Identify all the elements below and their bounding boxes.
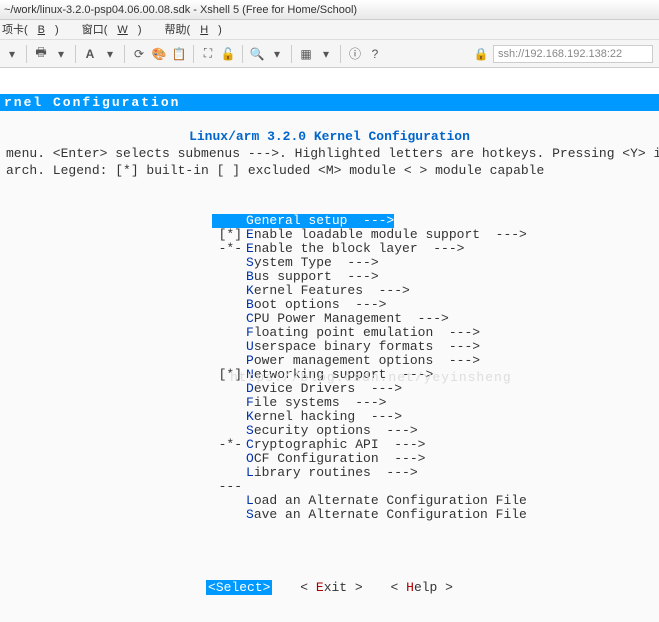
dropdown-icon[interactable]: ▾ (269, 46, 285, 62)
dropdown-icon[interactable]: ▾ (102, 46, 118, 62)
menu-item[interactable]: Userspace binary formats ---> (212, 340, 659, 354)
menu-item[interactable]: File systems ---> (212, 396, 659, 410)
exit-button[interactable]: < Exit > (300, 580, 362, 595)
printer-icon[interactable]: 🖶 (33, 46, 49, 62)
menu-item[interactable]: Bus support ---> (212, 270, 659, 284)
lock-icon[interactable]: 🔓 (220, 46, 236, 62)
terminal[interactable]: https://blog.csdn.net/yeyinsheng rnel Co… (0, 94, 659, 622)
menu-window[interactable]: 窗口(W) (82, 24, 152, 36)
dropdown-icon[interactable]: ▾ (4, 46, 20, 62)
menu-item[interactable]: Floating point emulation ---> (212, 326, 659, 340)
menu-item[interactable]: Security options ---> (212, 424, 659, 438)
menu-item[interactable]: General setup ---> (212, 214, 394, 228)
menu-item[interactable]: Kernel hacking ---> (212, 410, 659, 424)
palette-icon[interactable]: 🎨 (151, 46, 167, 62)
watermark: https://blog.csdn.net/yeyinsheng (230, 370, 512, 385)
help-icon[interactable]: ? (367, 46, 383, 62)
menu-item[interactable]: Kernel Features ---> (212, 284, 659, 298)
kconfig-header: rnel Configuration (0, 94, 659, 111)
menu-item[interactable]: Save an Alternate Configuration File (212, 508, 659, 522)
menu-item[interactable]: System Type ---> (212, 256, 659, 270)
menu-item[interactable]: Load an Alternate Configuration File (212, 494, 659, 508)
lock-icon: 🔒 (473, 46, 489, 62)
menu-item[interactable]: --- (212, 480, 659, 494)
menu-help[interactable]: 帮助(H) (165, 24, 232, 36)
menu-tabs[interactable]: 项卡(B) (2, 24, 69, 36)
menu-item[interactable]: -*-Cryptographic API ---> (212, 438, 659, 452)
app-menubar: 项卡(B) 窗口(W) 帮助(H) (0, 20, 659, 40)
kconfig-title: Linux/arm 3.2.0 Kernel Configuration (0, 129, 659, 144)
menu-item[interactable]: Library routines ---> (212, 466, 659, 480)
help-button[interactable]: < Help > (391, 580, 453, 595)
kconfig-help-line2: arch. Legend: [*] built-in [ ] excluded … (0, 163, 659, 178)
grid-icon[interactable]: ▦ (298, 46, 314, 62)
kconfig-help-line1: menu. <Enter> selects submenus --->. Hig… (0, 146, 659, 161)
menu-item[interactable]: Boot options ---> (212, 298, 659, 312)
window-titlebar: ~/work/linux-3.2.0-psp04.06.00.08.sdk - … (0, 0, 659, 20)
refresh-icon[interactable]: ⟳ (131, 46, 147, 62)
select-button[interactable]: <Select> (206, 580, 272, 595)
address-input[interactable] (493, 45, 653, 63)
menu-item[interactable]: CPU Power Management ---> (212, 312, 659, 326)
paste-icon[interactable]: 📋 (171, 46, 187, 62)
menu-item[interactable]: Power management options ---> (212, 354, 659, 368)
search-icon[interactable]: 🔍 (249, 46, 265, 62)
maximize-icon[interactable]: ⛶ (200, 46, 216, 62)
font-icon[interactable]: A (82, 46, 98, 62)
dropdown-icon[interactable]: ▾ (53, 46, 69, 62)
menu-item[interactable]: OCF Configuration ---> (212, 452, 659, 466)
menu-item[interactable]: [*]Enable loadable module support ---> (212, 228, 659, 242)
info-icon[interactable]: ⓘ (347, 46, 363, 62)
dropdown-icon[interactable]: ▾ (318, 46, 334, 62)
kconfig-button-bar: <Select> < Exit > < Help > (0, 580, 659, 595)
kconfig-menu-list: General setup --->[*]Enable loadable mod… (212, 214, 659, 522)
menu-item[interactable]: -*-Enable the block layer ---> (212, 242, 659, 256)
toolbar: ▾ 🖶 ▾ A ▾ ⟳ 🎨 📋 ⛶ 🔓 🔍 ▾ ▦ ▾ ⓘ ? 🔒 (0, 40, 659, 68)
